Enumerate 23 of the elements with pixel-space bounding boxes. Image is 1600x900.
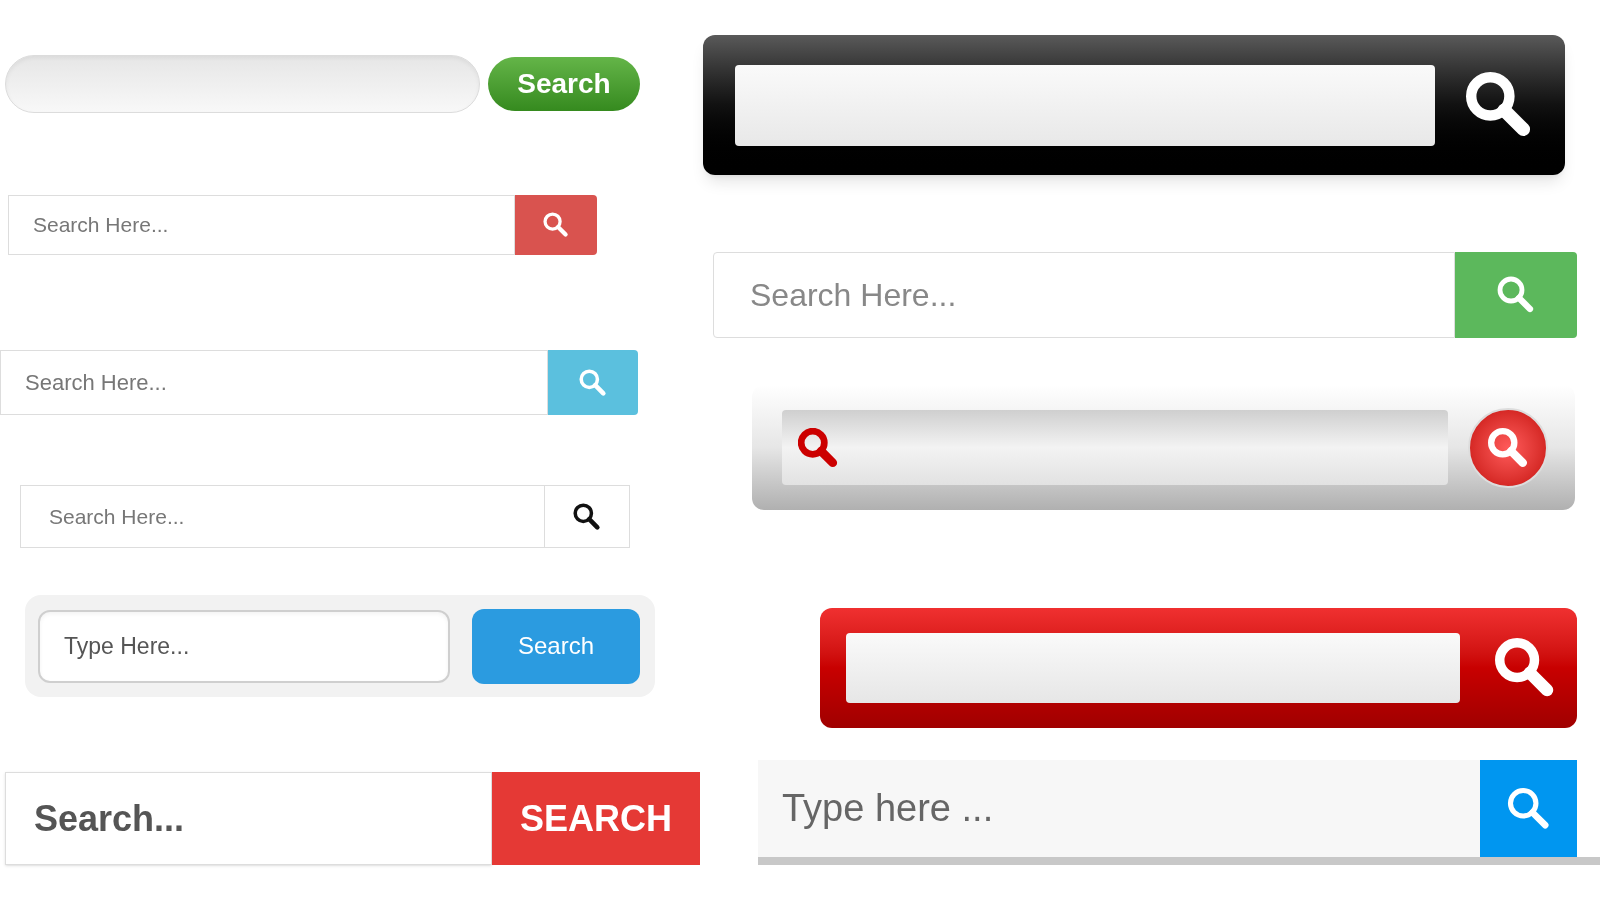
search-icon [1488,427,1528,468]
search-button[interactable]: Search [488,57,640,111]
search-icon [798,427,838,468]
search-field[interactable] [735,64,1435,146]
search-field[interactable]: Type here ... [758,760,1480,857]
search-field[interactable]: Search Here... [0,350,548,415]
search-field[interactable]: Search Here... [20,485,545,548]
search-icon [1506,786,1551,831]
search-field[interactable]: Type Here... [38,609,450,683]
search-icon [543,212,569,238]
search-field[interactable]: Search... [5,772,492,865]
search-icon [1495,638,1555,698]
search-icon [1497,276,1535,314]
search-icon [579,368,607,397]
search-button[interactable]: Search [472,608,640,684]
search-field[interactable]: Search Here... [8,195,515,255]
search-field[interactable]: Search Here... [713,252,1455,338]
search-field[interactable] [782,410,1448,485]
search-button[interactable] [545,485,630,548]
search-field[interactable] [846,633,1460,703]
search-icon [1466,72,1532,138]
search-button[interactable]: SEARCH [492,772,700,865]
search-icon [573,502,601,531]
